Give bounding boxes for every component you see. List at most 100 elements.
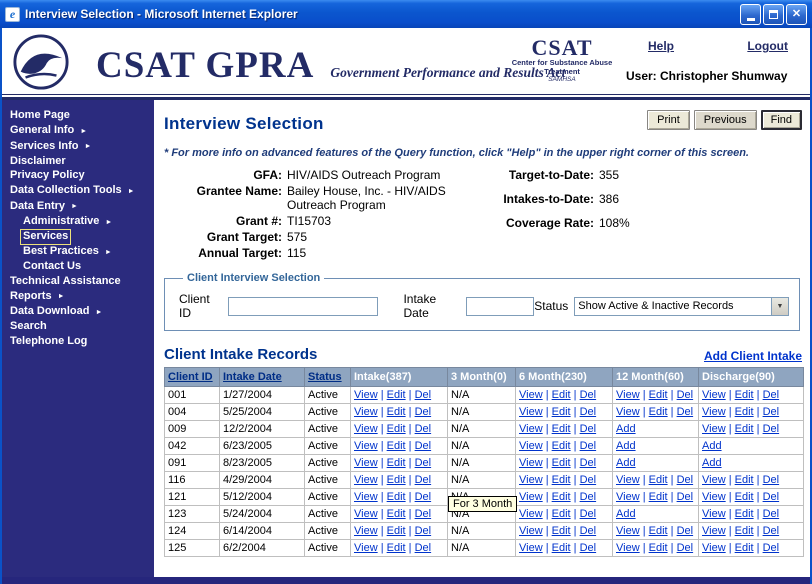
del-link[interactable]: Del (677, 389, 694, 401)
edit-link[interactable]: Edit (649, 389, 668, 401)
sidebar-item-contact-us[interactable]: Contact Us (2, 260, 154, 275)
sidebar-item-home-page[interactable]: Home Page (2, 109, 154, 124)
edit-link[interactable]: Edit (387, 389, 406, 401)
view-link[interactable]: View (616, 474, 640, 486)
del-link[interactable]: Del (580, 508, 597, 520)
view-link[interactable]: View (519, 457, 543, 469)
del-link[interactable]: Del (763, 491, 780, 503)
del-link[interactable]: Del (415, 406, 432, 418)
view-link[interactable]: View (354, 508, 378, 520)
add-link[interactable]: Add (616, 440, 636, 452)
edit-link[interactable]: Edit (552, 440, 571, 452)
edit-link[interactable]: Edit (387, 491, 406, 503)
edit-link[interactable]: Edit (552, 508, 571, 520)
sidebar-item-data-collection-tools[interactable]: Data Collection Tools ► (2, 184, 154, 200)
print-button[interactable]: Print (647, 110, 690, 130)
del-link[interactable]: Del (580, 525, 597, 537)
edit-link[interactable]: Edit (387, 423, 406, 435)
view-link[interactable]: View (519, 440, 543, 452)
del-link[interactable]: Del (415, 491, 432, 503)
edit-link[interactable]: Edit (735, 525, 754, 537)
del-link[interactable]: Del (580, 474, 597, 486)
sidebar-item-general-info[interactable]: General Info ► (2, 124, 154, 140)
sidebar-item-reports[interactable]: Reports ► (2, 289, 154, 305)
view-link[interactable]: View (616, 525, 640, 537)
del-link[interactable]: Del (763, 406, 780, 418)
view-link[interactable]: View (354, 440, 378, 452)
edit-link[interactable]: Edit (735, 508, 754, 520)
del-link[interactable]: Del (763, 474, 780, 486)
view-link[interactable]: View (702, 389, 726, 401)
view-link[interactable]: View (702, 406, 726, 418)
edit-link[interactable]: Edit (735, 542, 754, 554)
view-link[interactable]: View (354, 542, 378, 554)
view-link[interactable]: View (354, 423, 378, 435)
view-link[interactable]: View (519, 406, 543, 418)
edit-link[interactable]: Edit (387, 542, 406, 554)
del-link[interactable]: Del (677, 491, 694, 503)
edit-link[interactable]: Edit (552, 457, 571, 469)
sidebar-item-services-info[interactable]: Services Info ► (2, 139, 154, 155)
view-link[interactable]: View (702, 474, 726, 486)
client-id-input[interactable] (227, 296, 378, 316)
add-link[interactable]: Add (702, 440, 722, 452)
previous-button[interactable]: Previous (693, 110, 757, 130)
del-link[interactable]: Del (580, 491, 597, 503)
add-link[interactable]: Add (616, 508, 636, 520)
sort-link-client-id[interactable]: Client ID (168, 371, 213, 383)
del-link[interactable]: Del (763, 389, 780, 401)
del-link[interactable]: Del (415, 440, 432, 452)
edit-link[interactable]: Edit (387, 525, 406, 537)
sort-link-intake-date[interactable]: Intake Date (223, 371, 282, 383)
sidebar-item-best-practices[interactable]: Best Practices ► (2, 245, 154, 261)
del-link[interactable]: Del (415, 474, 432, 486)
edit-link[interactable]: Edit (735, 406, 754, 418)
view-link[interactable]: View (702, 525, 726, 537)
view-link[interactable]: View (519, 491, 543, 503)
add-client-intake-link[interactable]: Add Client Intake (704, 349, 802, 363)
edit-link[interactable]: Edit (552, 542, 571, 554)
sidebar-item-disclaimer[interactable]: Disclaimer (2, 155, 154, 170)
edit-link[interactable]: Edit (387, 406, 406, 418)
del-link[interactable]: Del (763, 508, 780, 520)
sidebar-item-data-download[interactable]: Data Download ► (2, 305, 154, 321)
edit-link[interactable]: Edit (552, 406, 571, 418)
del-link[interactable]: Del (677, 542, 694, 554)
view-link[interactable]: View (702, 508, 726, 520)
del-link[interactable]: Del (580, 406, 597, 418)
status-select[interactable]: Show Active & Inactive Records ▼ (574, 296, 789, 316)
view-link[interactable]: View (519, 474, 543, 486)
dropdown-arrow-icon[interactable]: ▼ (771, 297, 788, 315)
view-link[interactable]: View (354, 389, 378, 401)
del-link[interactable]: Del (763, 542, 780, 554)
minimize-button[interactable] (740, 3, 761, 25)
edit-link[interactable]: Edit (735, 423, 754, 435)
view-link[interactable]: View (519, 525, 543, 537)
edit-link[interactable]: Edit (735, 474, 754, 486)
view-link[interactable]: View (354, 406, 378, 418)
edit-link[interactable]: Edit (649, 406, 668, 418)
sidebar-item-services[interactable]: Services (2, 229, 154, 245)
edit-link[interactable]: Edit (735, 491, 754, 503)
add-link[interactable]: Add (616, 423, 636, 435)
del-link[interactable]: Del (415, 525, 432, 537)
edit-link[interactable]: Edit (649, 474, 668, 486)
view-link[interactable]: View (354, 474, 378, 486)
del-link[interactable]: Del (677, 525, 694, 537)
add-link[interactable]: Add (702, 457, 722, 469)
sort-link-status[interactable]: Status (308, 371, 342, 383)
view-link[interactable]: View (616, 491, 640, 503)
del-link[interactable]: Del (415, 542, 432, 554)
edit-link[interactable]: Edit (387, 457, 406, 469)
sidebar-item-privacy-policy[interactable]: Privacy Policy (2, 169, 154, 184)
sidebar-item-telephone-log[interactable]: Telephone Log (2, 335, 154, 350)
view-link[interactable]: View (702, 423, 726, 435)
find-button[interactable]: Find (760, 110, 802, 130)
view-link[interactable]: View (519, 389, 543, 401)
del-link[interactable]: Del (415, 457, 432, 469)
view-link[interactable]: View (354, 457, 378, 469)
del-link[interactable]: Del (677, 406, 694, 418)
sidebar-item-search[interactable]: Search (2, 320, 154, 335)
help-link[interactable]: Help (648, 39, 674, 53)
sidebar-item-administrative[interactable]: Administrative ► (2, 215, 154, 231)
